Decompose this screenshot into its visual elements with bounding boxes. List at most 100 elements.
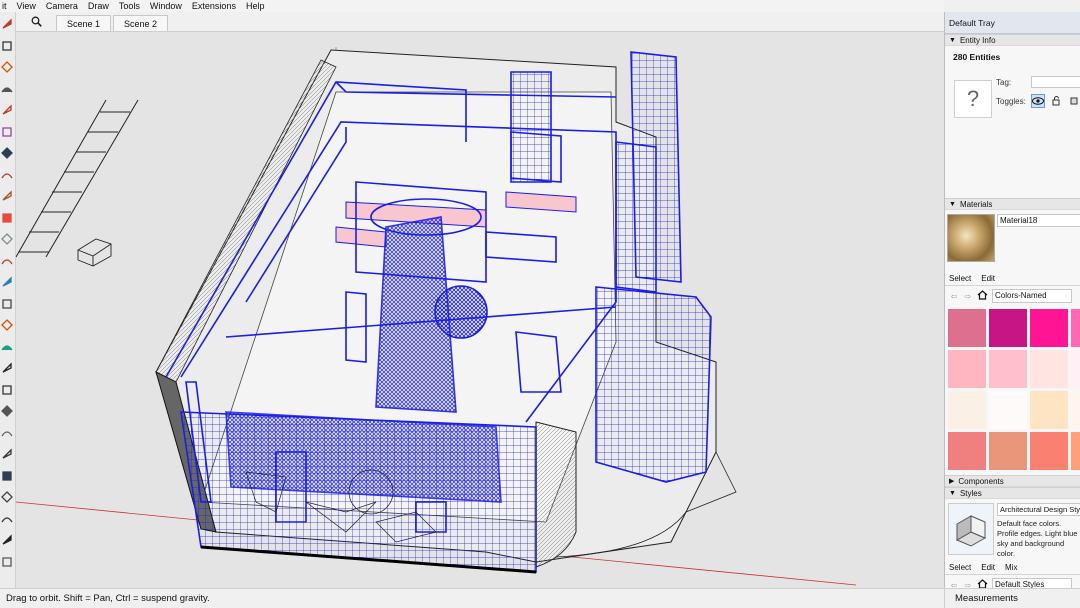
material-swatch[interactable] [989, 432, 1027, 470]
pie-icon[interactable] [0, 210, 14, 226]
walk-icon[interactable] [0, 532, 14, 548]
push-pull-icon[interactable] [0, 231, 14, 247]
material-swatch[interactable] [1071, 350, 1080, 388]
entity-thumbnail: ? [954, 80, 992, 118]
arc-icon[interactable] [0, 188, 14, 204]
model-viewport[interactable] [16, 32, 944, 588]
visibility-eye-icon[interactable] [1031, 94, 1045, 108]
tab-scene-2[interactable]: Scene 2 [113, 15, 169, 31]
back-arrow-icon[interactable]: ⇦ [949, 292, 959, 301]
menu-view[interactable]: View [17, 1, 36, 11]
forward-arrow-icon[interactable]: ⇨ [963, 581, 973, 589]
status-bar: Drag to orbit. Shift = Pan, Ctrl = suspe… [0, 588, 1080, 608]
status-hint: Drag to orbit. Shift = Pan, Ctrl = suspe… [6, 593, 210, 604]
text-icon[interactable] [0, 382, 14, 398]
material-swatch[interactable] [989, 309, 1027, 347]
move-icon[interactable] [0, 253, 14, 269]
axes-icon[interactable] [0, 360, 14, 376]
material-swatch[interactable] [948, 350, 986, 388]
search-icon[interactable] [28, 13, 44, 29]
toggles-label: Toggles: [996, 97, 1026, 106]
tag-dropdown[interactable] [1031, 76, 1080, 88]
material-swatch-grid [945, 306, 1080, 473]
style-name-field[interactable]: Architectural Design Style [997, 503, 1080, 516]
material-swatch[interactable] [1030, 350, 1068, 388]
lock-icon[interactable] [1049, 94, 1063, 108]
menu-tools[interactable]: Tools [119, 1, 140, 11]
collapse-icon: ▼ [949, 489, 956, 497]
offset-icon[interactable] [0, 339, 14, 355]
eraser-icon[interactable] [0, 38, 14, 54]
forward-arrow-icon[interactable]: ⇨ [963, 292, 973, 301]
toggle-group [1031, 94, 1080, 108]
line-icon[interactable] [0, 102, 14, 118]
follow-me-icon[interactable] [0, 296, 14, 312]
style-description: Default face colors. Profile edges. Ligh… [997, 519, 1078, 558]
material-swatch[interactable] [1030, 391, 1068, 429]
menu-help[interactable]: Help [246, 1, 265, 11]
material-swatch[interactable] [1071, 309, 1080, 347]
material-swatch[interactable] [1030, 432, 1068, 470]
freehand-icon[interactable] [0, 124, 14, 140]
tape-measure-icon[interactable] [0, 81, 14, 97]
tab-select[interactable]: Select [949, 563, 971, 572]
tab-edit[interactable]: Edit [981, 274, 995, 283]
menu-draw[interactable]: Draw [88, 1, 109, 11]
components-header[interactable]: ▶ Components [945, 475, 1080, 487]
back-arrow-icon[interactable]: ⇦ [949, 581, 959, 589]
materials-header[interactable]: ▼ Materials [945, 198, 1080, 210]
tab-select[interactable]: Select [949, 274, 971, 283]
protractor-icon[interactable] [0, 425, 14, 441]
dimension-icon[interactable] [0, 403, 14, 419]
rotate-icon[interactable] [0, 274, 14, 290]
zoom-icon[interactable] [0, 511, 14, 527]
material-swatch[interactable] [1071, 432, 1080, 470]
scene-tab-bar: Scene 1 Scene 2 [16, 12, 944, 32]
entity-count: 280 Entities [953, 52, 1001, 62]
home-icon[interactable] [977, 290, 988, 302]
tab-edit[interactable]: Edit [981, 563, 995, 572]
menu-edit[interactable]: it [2, 1, 7, 11]
style-thumbnail [948, 503, 994, 555]
tab-mix[interactable]: Mix [1005, 563, 1017, 572]
menu-bar: it View Camera Draw Tools Window Extensi… [0, 0, 944, 12]
material-library-select[interactable]: Colors-Named [992, 289, 1072, 303]
style-subtabs: Select Edit Mix [945, 561, 1080, 575]
styles-title: Styles [959, 488, 982, 498]
menu-extensions[interactable]: Extensions [192, 1, 236, 11]
material-swatch[interactable] [1071, 391, 1080, 429]
tool-palette [0, 12, 16, 588]
material-swatch[interactable] [948, 432, 986, 470]
material-name-field[interactable]: Material18 [997, 214, 1080, 227]
paint-bucket-icon[interactable] [0, 59, 14, 75]
circle-icon[interactable] [0, 167, 14, 183]
materials-panel: Material18 [945, 210, 1080, 272]
measurements-box[interactable]: Measurements [944, 589, 1018, 608]
material-swatch[interactable] [948, 309, 986, 347]
material-swatch[interactable] [1030, 309, 1068, 347]
entity-info-header[interactable]: ▼ Entity Info [945, 34, 1080, 46]
material-swatch[interactable] [948, 391, 986, 429]
scale-icon[interactable] [0, 317, 14, 333]
material-subtabs: Select Edit [945, 272, 1080, 286]
tray-title: Default Tray [945, 12, 1080, 34]
pan-icon[interactable] [0, 489, 14, 505]
material-swatch[interactable] [989, 391, 1027, 429]
home-icon[interactable] [977, 579, 988, 588]
rectangle-icon[interactable] [0, 145, 14, 161]
tab-scene-1[interactable]: Scene 1 [56, 15, 112, 31]
styles-panel: Architectural Design Style Default face … [945, 499, 1080, 561]
orbit-icon[interactable] [0, 468, 14, 484]
menu-camera[interactable]: Camera [46, 1, 78, 11]
material-library-nav: ⇦ ⇨ Colors-Named [945, 286, 1080, 306]
select-icon[interactable] [0, 16, 14, 32]
styles-header[interactable]: ▼ Styles [945, 487, 1080, 499]
entity-info-panel: 280 Entities ? Tag: Toggles: [945, 46, 1080, 198]
tag-label: Tag: [996, 78, 1012, 87]
cast-shadows-icon[interactable] [1067, 94, 1080, 108]
style-library-select[interactable]: Default Styles [992, 578, 1072, 588]
menu-window[interactable]: Window [150, 1, 182, 11]
material-swatch[interactable] [989, 350, 1027, 388]
section-plane-icon[interactable] [0, 446, 14, 462]
look-around-icon[interactable] [0, 554, 14, 570]
